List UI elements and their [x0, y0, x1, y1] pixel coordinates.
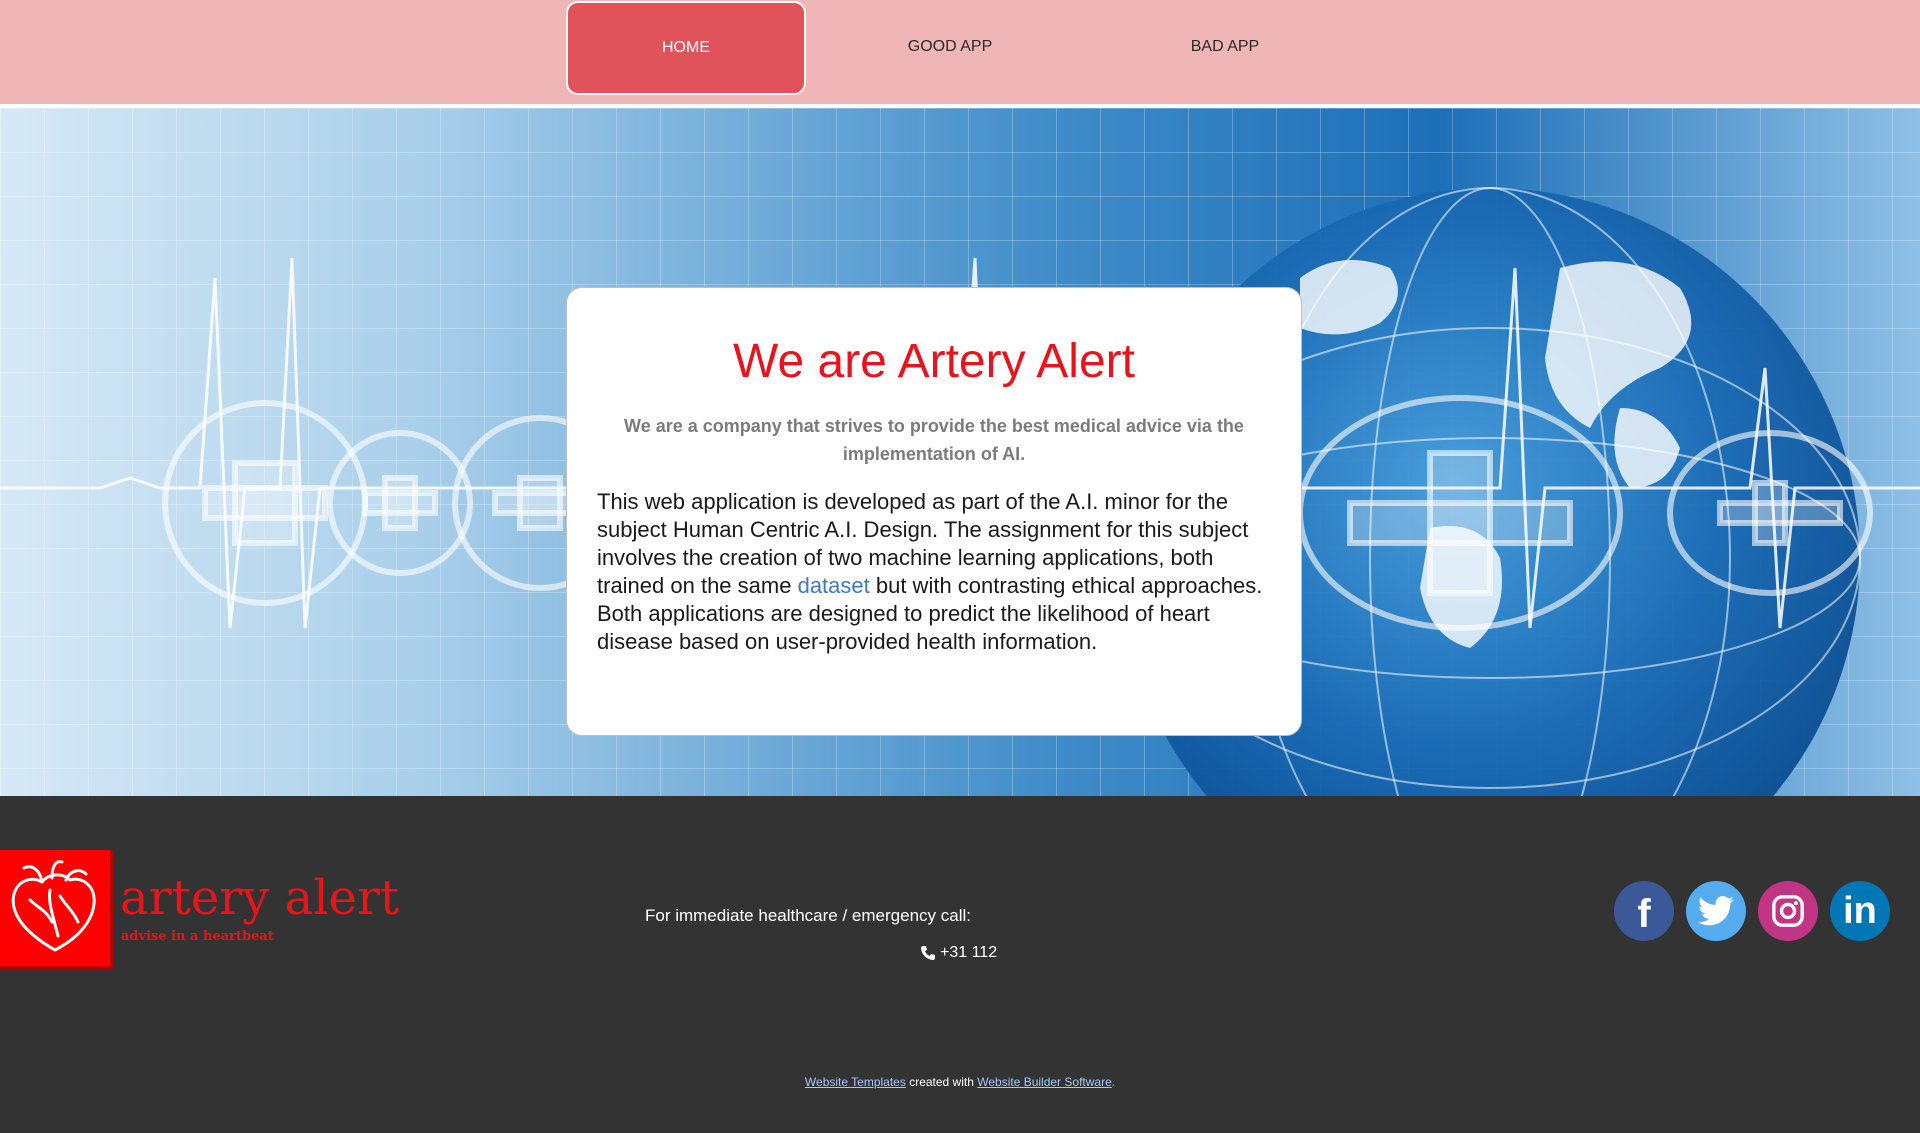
emergency-label: For immediate healthcare / emergency cal… [645, 906, 971, 925]
logo-tagline: advise in a heartbeat [121, 929, 274, 944]
nav-bad-app[interactable]: BAD APP [1105, 0, 1345, 94]
facebook-button[interactable]: f [1614, 881, 1674, 941]
logo-badge[interactable] [0, 850, 113, 969]
website-builder-link[interactable]: Website Builder Software [977, 1075, 1112, 1089]
credits-end-text: . [1111, 1075, 1116, 1089]
instagram-button[interactable] [1758, 881, 1818, 941]
heart-icon [11, 860, 96, 952]
intro-card: We are Artery Alert We are a company tha… [566, 287, 1302, 736]
nav-good-app[interactable]: GOOD APP [830, 0, 1070, 94]
footer-credits: Website Templates created with Website B… [0, 1075, 1920, 1089]
top-navigation: HOME GOOD APP BAD APP [0, 0, 1920, 108]
footer: artery alert advise in a heartbeat For i… [0, 796, 1920, 1133]
logo-wordmark: artery alert [120, 870, 400, 926]
page-title: We are Artery Alert [733, 335, 1135, 388]
linkedin-button[interactable]: in [1830, 881, 1890, 941]
website-templates-link[interactable]: Website Templates [805, 1075, 906, 1089]
facebook-icon: f [1637, 891, 1651, 936]
credits-middle-text: created with [905, 1075, 978, 1089]
twitter-icon [1698, 896, 1734, 926]
instagram-icon [1772, 895, 1804, 927]
nav-home[interactable]: HOME [566, 1, 806, 95]
phone-number[interactable]: +31 112 [920, 944, 997, 962]
dataset-link[interactable]: dataset [798, 573, 870, 598]
phone-number-text: +31 112 [940, 944, 998, 961]
company-tagline: We are a company that strives to provide… [624, 416, 1244, 464]
phone-icon [921, 946, 935, 960]
intro-paragraph: This web application is developed as par… [597, 488, 1271, 656]
linkedin-icon: in [1843, 889, 1877, 932]
twitter-button[interactable] [1686, 881, 1746, 941]
